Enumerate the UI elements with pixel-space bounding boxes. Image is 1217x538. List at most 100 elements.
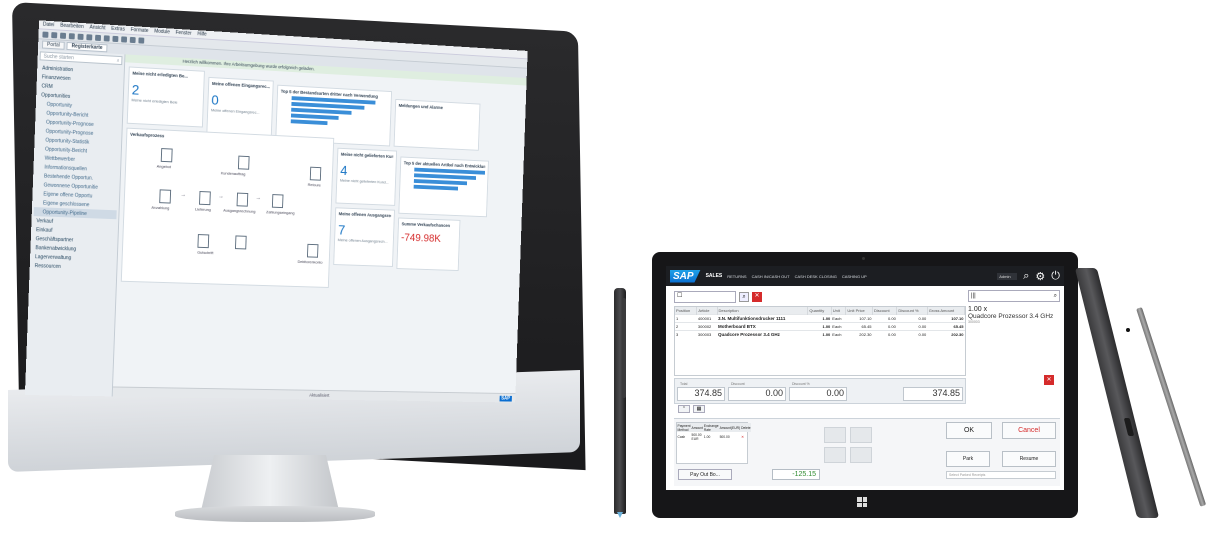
delivery-cart-icon[interactable] <box>199 191 211 206</box>
add-icon[interactable] <box>77 33 84 40</box>
calendar-document-icon[interactable] <box>234 235 247 250</box>
search-icon[interactable]: ⌕ <box>1054 293 1057 300</box>
table-row[interactable]: Cash 500.00 EUR 1.00 500.00 ✕ <box>677 432 751 441</box>
table-row[interactable]: 1 400001 3.N. Multifunktionsdrucker 1111… <box>675 314 965 323</box>
pay-out-button[interactable]: Pay Out Bo... <box>678 469 732 480</box>
remove-item-button[interactable]: ✕ <box>1044 375 1054 385</box>
column-header[interactable]: Discount % <box>896 307 928 315</box>
menu-item-hilfe[interactable]: Hilfe <box>197 31 207 37</box>
ok-button[interactable]: OK <box>946 422 992 439</box>
menu-item-ansicht[interactable]: Ansicht <box>89 24 105 31</box>
discount-field[interactable]: Discount 0.00 <box>728 382 786 401</box>
card-payment-icon[interactable] <box>850 427 872 443</box>
cell-unit: Each <box>831 314 846 323</box>
tab-cash-desk-closing[interactable]: CASH DESK CLOSING <box>795 274 837 279</box>
widget-open-outgoing-invoices[interactable]: Meine offenen Ausgangsrech... 7 Meine of… <box>333 207 395 267</box>
menu-item-module[interactable]: Module <box>154 29 170 36</box>
sidebar-item[interactable]: Ressourcen <box>32 261 115 273</box>
menu-item-formate[interactable]: Formate <box>131 27 149 34</box>
widget-undelivered-orders[interactable]: Meine nicht gelieferten Kund... 4 Meine … <box>335 147 398 206</box>
incoming-payment-icon[interactable] <box>271 194 284 209</box>
cell-quantity: 1.00 <box>807 322 832 331</box>
credit-memo-cart-icon[interactable] <box>197 234 210 249</box>
search-icon[interactable]: ⌕ <box>117 57 120 63</box>
filter-icon[interactable] <box>121 36 128 43</box>
tab-portal[interactable]: Portal <box>41 40 65 50</box>
calculator-icon[interactable]: ▦ <box>693 405 705 413</box>
next-record-icon[interactable] <box>103 35 110 42</box>
preview-icon[interactable] <box>51 32 58 39</box>
widget-sales-opportunities-sum[interactable]: Summe Verkaufschancen -749.98K <box>396 217 461 272</box>
sidebar-search-input[interactable]: Suche starten ⌕ <box>39 51 123 66</box>
search-icon[interactable] <box>68 33 75 40</box>
voucher-payment-icon[interactable] <box>824 447 846 463</box>
flow-label: Anzahlung <box>151 204 170 211</box>
widget-top5-items-chart[interactable]: Top 5 der aktuellen Artikel nach Entwick… <box>398 156 489 218</box>
discount-pct-field[interactable]: Discount % 0.00 <box>789 382 847 401</box>
menu-item-extras[interactable]: Extras <box>111 26 125 33</box>
column-header[interactable]: Article <box>696 307 718 315</box>
sales-order-document-icon[interactable] <box>237 155 250 170</box>
quotation-document-icon[interactable] <box>160 148 173 163</box>
discount-label: Discount <box>731 382 745 386</box>
cell-gross-amount: 107.10 <box>927 314 965 323</box>
widget-open-incoming-invoices[interactable]: Meine offenen Eingangsrec... 0 Meine off… <box>206 76 274 137</box>
print-icon[interactable] <box>42 31 49 38</box>
column-header: Delete <box>740 423 752 432</box>
tablet-camera <box>862 257 865 260</box>
tab-cashing-up[interactable]: CASHING UP <box>842 274 867 279</box>
last-record-icon[interactable] <box>112 35 119 43</box>
column-header[interactable]: Unit <box>831 307 847 315</box>
delete-icon[interactable]: ✕ <box>741 432 752 441</box>
column-header[interactable]: Gross Amount <box>927 307 966 315</box>
parked-receipts-select[interactable]: Select Parked Receipts <box>946 471 1056 479</box>
cell-discount: 0.00 <box>872 330 897 338</box>
customer-search-row: ☐ ⌕ ✕ <box>674 290 964 304</box>
widget-undelivered-documents[interactable]: Meine nicht erledigten Be... 2 Meine nic… <box>126 66 205 128</box>
cancel-button[interactable]: Cancel <box>1002 422 1056 439</box>
email-icon[interactable] <box>59 32 67 39</box>
column-header: Payment Method <box>677 423 692 432</box>
menu-item-datei[interactable]: Datei <box>43 22 55 29</box>
check-payment-icon[interactable] <box>850 447 872 463</box>
column-header[interactable]: Quantity <box>807 307 832 315</box>
flow-label: Ausgangsrechnung <box>223 207 256 214</box>
tab-cash-in-out[interactable]: CASH IN/CASH OUT <box>752 274 790 279</box>
column-header[interactable]: Discount <box>872 307 898 315</box>
flow-label: Lieferung <box>194 206 211 213</box>
table-row[interactable]: 3 300003 Quadcore Prozessor 3.4 GHz 1.00… <box>675 330 965 338</box>
widget-subtitle: Meine offenen Ausgangsrech... <box>337 237 388 244</box>
menu-item-fenster[interactable]: Fenster <box>175 30 191 37</box>
resume-button[interactable]: Resume <box>1002 451 1056 467</box>
previous-record-icon[interactable] <box>95 34 102 42</box>
park-button[interactable]: Park <box>946 451 990 467</box>
customer-search-input[interactable]: ☐ <box>674 291 736 303</box>
search-icon[interactable]: ⌕ <box>739 292 749 302</box>
column-header[interactable]: Description <box>717 307 809 315</box>
tab-returns[interactable]: RETURNS <box>727 274 746 279</box>
column-header[interactable]: Unit Price <box>845 307 874 315</box>
customer-account-icon[interactable] <box>306 243 319 258</box>
cash-payment-icon[interactable] <box>824 427 846 443</box>
column-header[interactable]: Position <box>675 307 698 315</box>
sort-icon[interactable] <box>129 36 136 44</box>
first-record-icon[interactable] <box>86 34 93 41</box>
user-badge[interactable]: Admin <box>997 272 1018 280</box>
tab-sales[interactable]: SALES <box>706 273 723 279</box>
settings-icon[interactable] <box>138 37 145 44</box>
power-icon[interactable]: ⏻ <box>1051 270 1060 283</box>
windows-logo-icon[interactable] <box>857 497 867 507</box>
return-icon[interactable] <box>309 166 322 181</box>
sap-logo: SAP <box>670 269 701 283</box>
downpayment-document-icon[interactable] <box>159 189 172 204</box>
scroll-up-icon[interactable]: ⌃ <box>678 405 690 413</box>
table-row[interactable]: 2 300002 Motherboard BTX 1.00 Each 65.45… <box>675 322 965 331</box>
clear-customer-button[interactable]: ✕ <box>752 292 762 302</box>
menu-item-bearbeiten[interactable]: Bearbeiten <box>60 23 84 30</box>
search-icon[interactable]: ⌕ <box>1023 270 1029 283</box>
barcode-input[interactable]: ||| ⌕ <box>968 290 1060 302</box>
widget-alerts[interactable]: Meldungen und Alarme <box>393 98 481 151</box>
ar-invoice-document-icon[interactable] <box>236 192 249 207</box>
gear-icon[interactable]: ⚙ <box>1035 270 1045 283</box>
table-header-row: Position Article Description Quantity Un… <box>675 307 966 315</box>
